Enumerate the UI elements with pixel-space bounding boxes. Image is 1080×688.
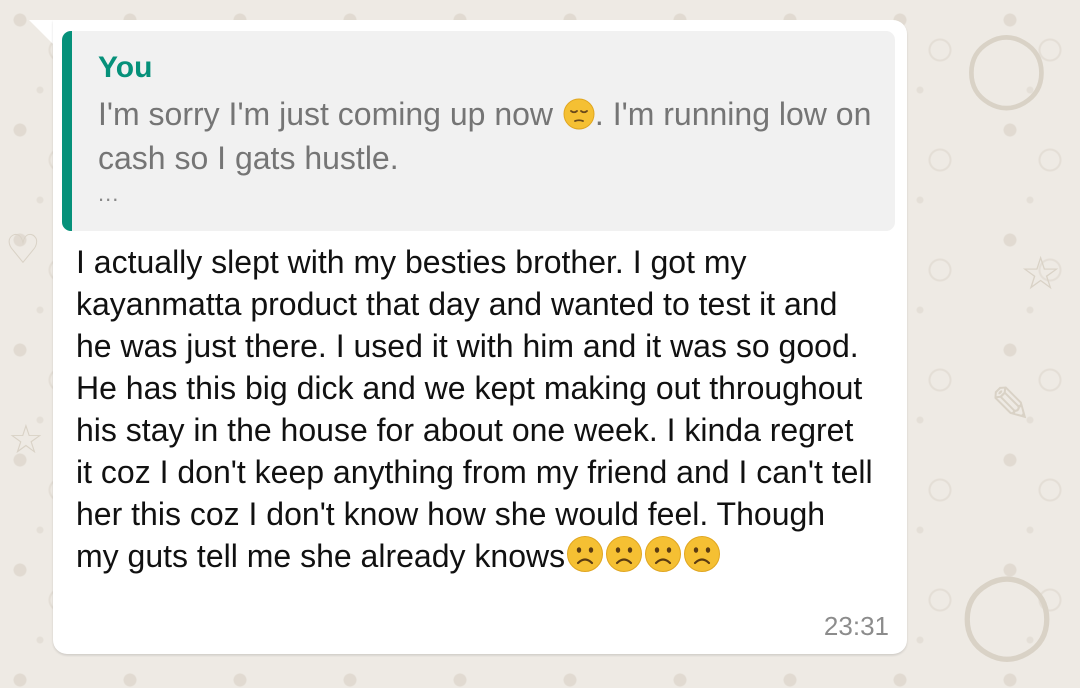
doodle-circle-icon: ◯ — [960, 563, 1055, 661]
quoted-message[interactable]: You I'm sorry I'm just coming up now . I… — [62, 31, 895, 231]
message-bubble[interactable]: You I'm sorry I'm just coming up now . I… — [53, 20, 907, 654]
message-body: I actually slept with my besties brother… — [76, 241, 876, 577]
quote-ellipsis: ... — [98, 181, 120, 206]
quoted-text: I'm sorry I'm just coming up now . I'm r… — [98, 92, 883, 180]
frowning-face-icon — [567, 536, 604, 572]
frowning-face-icon — [684, 536, 721, 572]
bubble-tail — [29, 20, 55, 46]
doodle-circle-icon: ◯ — [965, 24, 1048, 110]
doodle-star-icon: ☆ — [8, 417, 44, 463]
doodle-star-icon: ☆ — [1020, 246, 1062, 300]
quoted-text-part-1: I'm sorry I'm just coming up now — [98, 96, 562, 132]
pensive-face-icon — [563, 98, 595, 130]
quoted-author: You — [98, 51, 153, 84]
quote-accent-bar — [62, 31, 72, 231]
message-body-text: I actually slept with my besties brother… — [76, 244, 873, 574]
frowning-face-icon — [606, 536, 643, 572]
doodle-heart-icon: ♡ — [5, 227, 41, 273]
message-timestamp: 23:31 — [823, 611, 889, 641]
doodle-pencil-icon: ✎ — [990, 376, 1032, 434]
frowning-face-icon — [645, 536, 682, 572]
